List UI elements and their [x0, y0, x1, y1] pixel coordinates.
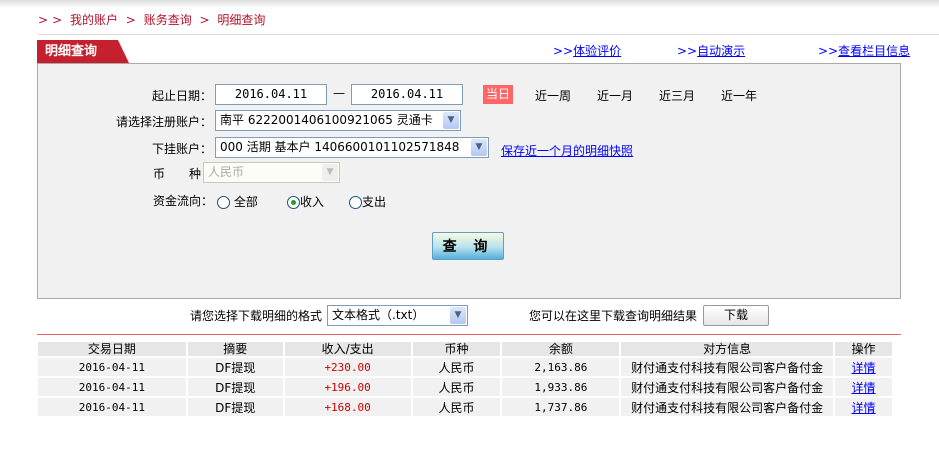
tab-detail-query[interactable]: 明细查询 [37, 40, 129, 63]
start-date-input[interactable]: 2016.04.11 [215, 84, 327, 105]
sub-account-value: 000 活期 基本户 1406600101102571848 [220, 140, 460, 154]
date-label: 起止日期： [151, 89, 212, 103]
sub-account-label: 下挂账户： [151, 142, 212, 156]
cell-counterparty: 财付通支付科技有限公司客户备付金 [620, 357, 836, 378]
chevron-right-icon: > [199, 13, 210, 27]
cell-currency: 人民币 [411, 397, 503, 418]
link-experience-rating[interactable]: >>体验评价 [553, 42, 621, 59]
divider [37, 334, 901, 335]
chevron-down-icon: ▼ [322, 164, 338, 181]
cell-balance: 1,737.86 [501, 397, 622, 418]
chevron-right-icon: > [38, 13, 49, 27]
table-header: 交易日期 摘要 收入/支出 币种 余额 对方信息 操作 [38, 342, 894, 358]
format-value: 文本格式（.txt） [332, 308, 425, 322]
flow-radio-all[interactable]: 全部 [217, 193, 258, 210]
cell-currency: 人民币 [411, 357, 503, 378]
end-date-input[interactable]: 2016.04.11 [351, 84, 463, 105]
format-select[interactable]: 文本格式（.txt） ▼ [327, 305, 468, 326]
breadcrumb-item[interactable]: 我的账户 [70, 13, 118, 27]
range-week[interactable]: 近一周 [535, 87, 571, 104]
header-balance: 余额 [501, 342, 622, 358]
table-row: 2016-04-11 DF提现 +196.00 人民币 1,933.86 财付通… [38, 377, 894, 398]
cell-amount: +196.00 [283, 377, 413, 398]
sub-account-select[interactable]: 000 活期 基本户 1406600101102571848 ▼ [215, 137, 489, 158]
account-label: 请选择注册账户： [115, 115, 212, 129]
download-button[interactable]: 下载 [703, 305, 769, 326]
header-currency: 币种 [411, 342, 503, 358]
range-year[interactable]: 近一年 [721, 87, 757, 104]
breadcrumb-item[interactable]: 账务查询 [144, 13, 192, 27]
currency-value: 人民币 [208, 165, 245, 179]
range-today[interactable]: 当日 [483, 85, 513, 104]
cell-summary: DF提现 [186, 357, 285, 378]
currency-select: 人民币 ▼ [203, 162, 340, 183]
cell-date: 2016-04-11 [38, 377, 188, 398]
flow-radio-income[interactable]: 收入 [287, 193, 324, 210]
cell-summary: DF提现 [186, 397, 285, 418]
detail-link[interactable]: 详情 [834, 377, 894, 398]
radio-label: 全部 [233, 195, 258, 209]
header-summary: 摘要 [186, 342, 285, 358]
account-select[interactable]: 南平 6222001406100921065 灵通卡 ▼ [215, 110, 461, 131]
breadcrumb-item: 明细查询 [217, 13, 266, 27]
header-date: 交易日期 [38, 342, 188, 358]
chevron-right-icon: > [52, 13, 63, 27]
download-hint: 您可以在这里下载查询明细结果 [529, 309, 698, 323]
cell-summary: DF提现 [186, 377, 285, 398]
table-row: 2016-04-11 DF提现 +230.00 人民币 2,163.86 财付通… [38, 357, 894, 378]
radio-label: 收入 [300, 195, 325, 209]
top-shadow [0, 0, 939, 8]
cell-balance: 2,163.86 [501, 357, 622, 378]
cell-counterparty: 财付通支付科技有限公司客户备付金 [620, 397, 836, 418]
save-snapshot-link[interactable]: 保存近一个月的明细快照 [501, 142, 633, 159]
breadcrumb: > > 我的账户 > 账务查询 > 明细查询 [38, 11, 269, 28]
table-row: 2016-04-11 DF提现 +168.00 人民币 1,737.86 财付通… [38, 397, 894, 418]
cell-currency: 人民币 [411, 377, 503, 398]
transaction-table: 交易日期 摘要 收入/支出 币种 余额 对方信息 操作 2016-04-11 D… [38, 342, 894, 418]
detail-link[interactable]: 详情 [834, 357, 894, 378]
flow-radio-expense[interactable]: 支出 [349, 193, 386, 210]
chevron-down-icon[interactable]: ▼ [450, 307, 466, 324]
radio-icon[interactable] [217, 196, 230, 209]
account-value: 南平 6222001406100921065 灵通卡 [220, 113, 433, 127]
link-auto-demo[interactable]: >>自动演示 [677, 42, 745, 59]
flow-label: 资金流向： [153, 194, 214, 208]
header-counterparty: 对方信息 [620, 342, 836, 358]
chevron-right-icon: > [125, 13, 136, 27]
cell-amount: +168.00 [283, 397, 413, 418]
cell-counterparty: 财付通支付科技有限公司客户备付金 [620, 377, 836, 398]
radio-icon[interactable] [349, 196, 362, 209]
cell-balance: 1,933.86 [501, 377, 622, 398]
format-label: 请您选择下载明细的格式 [190, 309, 323, 323]
cell-amount: +230.00 [283, 357, 413, 378]
link-column-info[interactable]: >>查看栏目信息 [818, 42, 910, 59]
detail-link[interactable]: 详情 [834, 397, 894, 418]
query-button[interactable]: 查 询 [432, 232, 504, 260]
header-action: 操作 [834, 342, 894, 358]
cell-date: 2016-04-11 [38, 357, 188, 378]
chevron-down-icon[interactable]: ▼ [471, 139, 487, 156]
date-dash: — [333, 86, 345, 100]
radio-label: 支出 [362, 195, 387, 209]
divider [38, 34, 939, 35]
range-three-months[interactable]: 近三月 [659, 87, 695, 104]
cell-date: 2016-04-11 [38, 397, 188, 418]
chevron-down-icon[interactable]: ▼ [443, 112, 459, 129]
range-month[interactable]: 近一月 [597, 87, 633, 104]
radio-checked-icon[interactable] [287, 196, 300, 209]
header-amount: 收入/支出 [283, 342, 413, 358]
